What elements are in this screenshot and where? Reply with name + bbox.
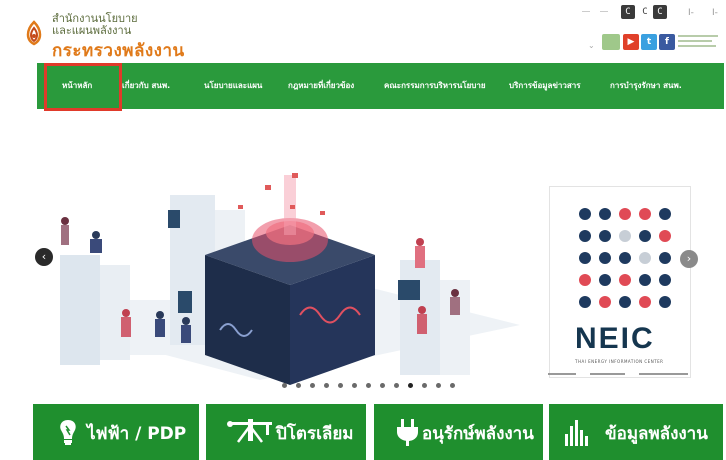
divider bbox=[600, 11, 608, 12]
slider-dot[interactable] bbox=[296, 383, 301, 388]
slider-dot[interactable] bbox=[282, 383, 287, 388]
oil-pump-icon bbox=[227, 419, 272, 443]
neic-dot-grid bbox=[579, 208, 671, 308]
neic-title: NEIC bbox=[575, 322, 655, 355]
facebook-icon[interactable]: f bbox=[659, 34, 675, 50]
quick-link-conservation-label: อนุรักษ์พลังงาน bbox=[422, 424, 534, 444]
nav-item-law[interactable]: กฎหมายที่เกี่ยวข้อง bbox=[288, 63, 354, 109]
prev-slide-button[interactable]: ‹ bbox=[35, 248, 53, 266]
ministry-name: กระทรวงพลังงาน bbox=[52, 41, 185, 61]
slider-dot[interactable] bbox=[380, 383, 385, 388]
slider-pagination bbox=[282, 383, 462, 389]
slide-caption-line bbox=[548, 373, 688, 375]
slider-dot[interactable] bbox=[436, 383, 441, 388]
twitter-icon[interactable]: t bbox=[641, 34, 657, 50]
neic-subtitle: THAI ENERGY INFORMATION CENTER bbox=[575, 359, 664, 364]
eppo-logo[interactable] bbox=[20, 10, 48, 56]
slider-dot[interactable] bbox=[408, 383, 413, 388]
quick-link-petroleum-label: ปิโตรเลียม bbox=[276, 424, 354, 444]
slider-dot[interactable] bbox=[450, 383, 455, 388]
language-icon[interactable]: I- bbox=[688, 8, 694, 18]
nav-item-maintenance[interactable]: การบำรุงรักษา สนพ. bbox=[610, 63, 682, 109]
divider bbox=[582, 11, 590, 12]
font-size-button-medium[interactable]: C bbox=[638, 5, 652, 19]
language-icon-2[interactable]: I- bbox=[712, 8, 718, 18]
slider-dot[interactable] bbox=[366, 383, 371, 388]
quick-link-petroleum[interactable]: ปิโตรเลียม bbox=[206, 404, 366, 460]
next-slide-button[interactable]: › bbox=[680, 250, 698, 268]
sitemap-icon[interactable] bbox=[602, 34, 620, 50]
gov-link[interactable] bbox=[678, 33, 718, 51]
bar-chart-icon bbox=[565, 420, 588, 446]
main-navbar: หน้าหลัก เกี่ยวกับ สนพ. นโยบายและแผน กฎห… bbox=[37, 63, 724, 111]
nav-item-committee[interactable]: คณะกรรมการบริหารนโยบาย bbox=[384, 63, 486, 109]
quick-link-electricity-label: ไฟฟ้า / PDP bbox=[87, 424, 187, 444]
quick-link-energy-data-label: ข้อมูลพลังงาน bbox=[605, 424, 708, 444]
neic-card[interactable]: NEIC THAI ENERGY INFORMATION CENTER bbox=[549, 186, 691, 378]
slider-dot[interactable] bbox=[352, 383, 357, 388]
font-size-button-small[interactable]: C bbox=[621, 5, 635, 19]
org-name-line2: และแผนพลังงาน bbox=[52, 24, 132, 37]
slider-dot[interactable] bbox=[338, 383, 343, 388]
nav-item-home[interactable]: หน้าหลัก bbox=[62, 63, 92, 109]
font-size-button-large[interactable]: C bbox=[653, 5, 667, 19]
slider-dot[interactable] bbox=[422, 383, 427, 388]
lightbulb-icon bbox=[60, 420, 76, 445]
slider-dot[interactable] bbox=[324, 383, 329, 388]
hero-slider: NEIC THAI ENERGY INFORMATION CENTER ‹ › bbox=[0, 115, 726, 405]
nav-item-policy[interactable]: นโยบายและแผน bbox=[204, 63, 262, 109]
nav-item-about[interactable]: เกี่ยวกับ สนพ. bbox=[122, 63, 170, 109]
quick-link-conservation[interactable]: อนุรักษ์พลังงาน bbox=[374, 404, 543, 460]
youtube-icon[interactable]: ▶ bbox=[623, 34, 639, 50]
slider-dot[interactable] bbox=[310, 383, 315, 388]
slider-dot[interactable] bbox=[394, 383, 399, 388]
plug-icon bbox=[397, 419, 418, 446]
quick-link-energy-data[interactable]: ข้อมูลพลังงาน bbox=[549, 404, 723, 460]
chevron-down-icon[interactable]: ⌄ bbox=[588, 41, 595, 50]
nav-item-information[interactable]: บริการข้อมูลข่าวสาร bbox=[509, 63, 581, 109]
quick-link-electricity[interactable]: ไฟฟ้า / PDP bbox=[33, 404, 199, 460]
